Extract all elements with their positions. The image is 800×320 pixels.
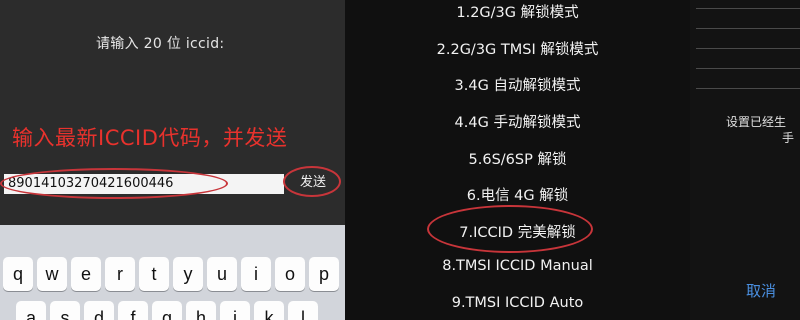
blurred-divider [696, 88, 800, 89]
key-e[interactable]: e [71, 257, 101, 291]
dialog-message: 设置已经生 [726, 115, 787, 129]
key-j[interactable]: j [220, 301, 250, 320]
key-t[interactable]: t [139, 257, 169, 291]
key-h[interactable]: h [186, 301, 216, 320]
blurred-divider [696, 28, 800, 29]
key-l[interactable]: l [288, 301, 318, 320]
key-y[interactable]: y [173, 257, 203, 291]
key-r[interactable]: r [105, 257, 135, 291]
dialog-message-continued: 手 [782, 131, 795, 145]
key-o[interactable]: o [275, 257, 305, 291]
key-p[interactable]: p [309, 257, 339, 291]
instruction-annotation: 输入最新ICCID代码，并发送 [12, 126, 288, 150]
confirmation-dialog-panel: 设置已经生 手 取消 [690, 0, 800, 320]
key-u[interactable]: u [207, 257, 237, 291]
menu-item-tmsi-iccid-auto[interactable]: 9.TMSI ICCID Auto [345, 295, 690, 311]
key-g[interactable]: g [152, 301, 182, 320]
iccid-input-panel: 请输入 20 位 iccid: 输入最新ICCID代码，并发送 89014103… [0, 0, 345, 320]
menu-item-4g-manual-unlock[interactable]: 4.4G 手动解锁模式 [345, 111, 690, 132]
menu-item-telecom-4g-unlock[interactable]: 6.电信 4G 解锁 [345, 184, 690, 205]
input-highlight-circle [0, 168, 228, 199]
key-w[interactable]: w [37, 257, 67, 291]
iccid-prompt-label: 请输入 20 位 iccid: [96, 36, 225, 52]
send-highlight-circle [283, 166, 341, 197]
key-s[interactable]: s [50, 301, 80, 320]
blurred-divider [696, 68, 800, 69]
cancel-button[interactable]: 取消 [746, 280, 776, 301]
menu-item-4g-auto-unlock[interactable]: 3.4G 自动解锁模式 [345, 74, 690, 95]
key-i[interactable]: i [241, 257, 271, 291]
unlock-mode-menu: 1.2G/3G 解锁模式 2.2G/3G TMSI 解锁模式 3.4G 自动解锁… [345, 0, 690, 320]
key-k[interactable]: k [254, 301, 284, 320]
menu-highlight-circle [427, 205, 593, 253]
keyboard-row-2: asdfghjkl [16, 301, 318, 320]
blurred-divider [696, 8, 800, 9]
key-f[interactable]: f [118, 301, 148, 320]
key-q[interactable]: q [3, 257, 33, 291]
onscreen-keyboard: qwertyuiop asdfghjkl [0, 225, 345, 320]
menu-item-2g3g-tmsi-unlock[interactable]: 2.2G/3G TMSI 解锁模式 [345, 38, 690, 59]
keyboard-row-1: qwertyuiop [3, 257, 339, 291]
key-a[interactable]: a [16, 301, 46, 320]
menu-item-tmsi-iccid-manual[interactable]: 8.TMSI ICCID Manual [345, 258, 690, 274]
blurred-divider [696, 48, 800, 49]
menu-item-6s-6sp-unlock[interactable]: 5.6S/6SP 解锁 [345, 148, 690, 169]
key-d[interactable]: d [84, 301, 114, 320]
menu-item-2g3g-unlock[interactable]: 1.2G/3G 解锁模式 [345, 1, 690, 22]
